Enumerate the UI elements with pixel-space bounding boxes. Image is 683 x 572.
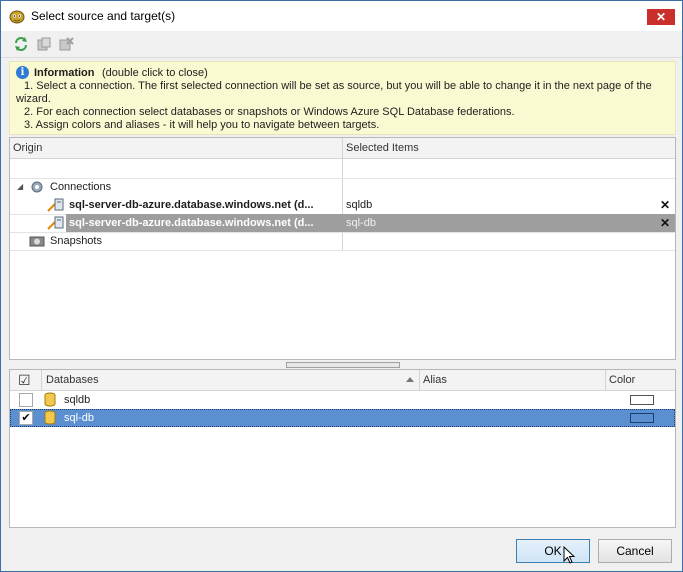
column-origin[interactable]: Origin — [13, 138, 42, 158]
column-alias[interactable]: Alias — [423, 370, 447, 390]
connection-name: sql-server-db-azure.database.windows.net… — [69, 217, 314, 229]
database-row[interactable]: sqldb — [10, 391, 675, 409]
remove-icon[interactable]: ✕ — [660, 196, 670, 214]
column-color[interactable]: Color — [609, 370, 635, 390]
toolbar — [1, 31, 682, 58]
connection-row-selected[interactable]: sql-server-db-azure.database.windows.net… — [66, 214, 675, 232]
info-line-1: 1. Select a connection. The first select… — [24, 80, 652, 92]
copy-icon[interactable] — [36, 36, 52, 52]
database-checkbox[interactable] — [19, 393, 33, 407]
color-picker[interactable] — [630, 395, 654, 405]
refresh-icon[interactable] — [13, 36, 29, 52]
info-title: Information — [34, 67, 95, 79]
database-icon — [44, 392, 56, 407]
connection-selected-items: sql-db — [346, 217, 376, 229]
connections-panel: Origin Selected Items ◢ Connections sql-… — [9, 137, 676, 360]
column-divider — [419, 370, 420, 390]
dialog-window: Select source and target(s) ✕ i Informat… — [0, 0, 683, 572]
tree-snapshots-row[interactable]: Snapshots — [10, 232, 675, 250]
info-line-2: wizard. — [16, 93, 51, 105]
server-connection-icon — [47, 216, 64, 230]
cancel-button[interactable]: Cancel — [598, 539, 672, 563]
column-divider — [41, 370, 42, 390]
connection-name: sql-server-db-azure.database.windows.net… — [69, 199, 314, 211]
tree-connections-row[interactable]: ◢ Connections — [10, 178, 675, 196]
connections-label: Connections — [50, 181, 112, 193]
close-button[interactable]: ✕ — [647, 9, 675, 25]
close-icon: ✕ — [655, 10, 667, 24]
column-selected-items[interactable]: Selected Items — [346, 138, 419, 158]
column-databases[interactable]: Databases — [46, 370, 99, 390]
row-line — [10, 250, 675, 251]
remove-icon[interactable]: ✕ — [660, 214, 670, 232]
window-title: Select source and target(s) — [31, 9, 176, 23]
column-divider — [605, 370, 606, 390]
app-logo-icon — [9, 10, 25, 24]
database-icon — [44, 410, 56, 425]
databases-header: ☑ Databases Alias Color — [10, 370, 675, 391]
information-box[interactable]: i Information (double click to close) 1.… — [9, 61, 676, 135]
panel-splitter-handle[interactable] — [286, 362, 400, 368]
connection-selected-items: sqldb — [346, 199, 373, 211]
info-line-3: 2. For each connection select databases … — [24, 106, 515, 118]
info-icon: i — [16, 66, 29, 79]
sort-ascending-icon[interactable] — [406, 377, 414, 382]
database-checkbox[interactable]: ✔ — [19, 411, 33, 425]
delete-icon[interactable] — [58, 36, 74, 52]
connections-icon — [31, 181, 43, 193]
connection-row[interactable]: sql-server-db-azure.database.windows.net… — [10, 196, 675, 214]
color-picker[interactable] — [630, 413, 654, 423]
info-line-4: 3. Assign colors and aliases - it will h… — [24, 119, 380, 131]
ok-button[interactable]: OK — [516, 539, 590, 563]
camera-icon — [29, 236, 45, 247]
database-row-selected[interactable]: ✔ sql-db — [10, 409, 675, 427]
snapshots-label: Snapshots — [50, 235, 102, 247]
database-name: sqldb — [64, 394, 91, 406]
databases-panel: ☑ Databases Alias Color sqldb ✔ sql-db — [9, 369, 676, 528]
server-connection-icon — [47, 198, 64, 212]
ok-button-label: OK — [544, 544, 562, 558]
expand-arrow-icon[interactable]: ◢ — [17, 178, 23, 196]
database-name: sql-db — [64, 412, 94, 424]
select-all-checkbox-icon[interactable]: ☑ — [18, 370, 31, 390]
title-bar: Select source and target(s) ✕ — [1, 1, 682, 31]
checkmark-icon: ✔ — [21, 412, 31, 424]
mouse-cursor-icon — [563, 546, 576, 564]
info-hint: (double click to close) — [102, 67, 208, 79]
cancel-button-label: Cancel — [616, 544, 654, 558]
